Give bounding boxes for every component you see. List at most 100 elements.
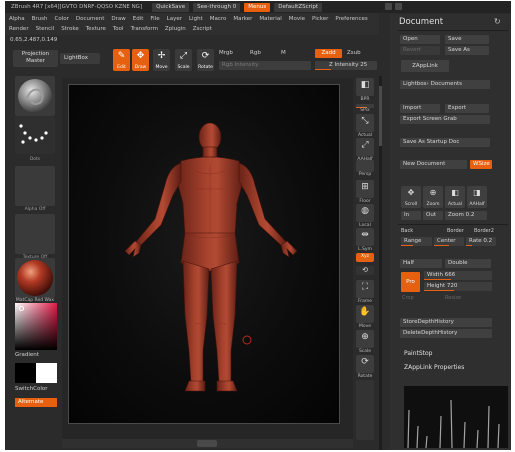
tray-left-icon[interactable] [385,3,392,10]
lightbox-button[interactable]: LightBox [60,53,100,64]
menu-light[interactable]: Light [189,14,203,24]
mrgb-button[interactable]: Mrgb [219,50,233,56]
menu-document[interactable]: Document [76,14,105,24]
width-slider[interactable]: Width 666 [424,271,492,280]
scale-button[interactable]: ⤢ Scale [175,49,192,71]
wsize-button[interactable]: WSize [470,160,492,169]
menu-render[interactable]: Render [9,24,29,34]
material-thumbnail[interactable] [15,76,55,116]
scroll-button[interactable]: ✥ Scroll [401,186,421,208]
color-picker[interactable] [15,303,57,350]
menu-transform[interactable]: Transform [131,24,158,34]
xyz-button[interactable]: Xyz [356,253,374,262]
draw-button[interactable]: ✥ Draw [132,49,149,71]
import-button[interactable]: Import [400,104,440,113]
persp-button[interactable] [356,160,374,172]
menu-stencil[interactable]: Stencil [36,24,55,34]
document-canvas[interactable] [68,84,340,424]
local-button[interactable]: ◍ [356,204,374,222]
menu-brush[interactable]: Brush [32,14,48,24]
rgb-button[interactable]: Rgb [250,50,261,56]
frame-button[interactable]: ⛶ [356,280,374,298]
rate-slider[interactable]: Rate 0.2 [466,237,496,246]
save-as-button[interactable]: Save As [445,46,489,55]
border2-color-label[interactable]: Border2 [474,228,494,234]
zsub-toggle[interactable]: Zsub [347,49,361,58]
paintstop-label[interactable]: PaintStop [404,350,433,357]
export-button[interactable]: Export [445,104,489,113]
menu-zscript[interactable]: Zscript [193,24,212,34]
zoom-in-button[interactable]: In [401,211,421,220]
new-document-button[interactable]: New Document [400,160,467,169]
open-button[interactable]: Open [400,35,440,44]
rgb-intensity-slider[interactable]: Rgb Intensity [219,61,311,70]
see-through-slider[interactable]: See-through 0 [193,2,241,12]
tray-scrollbar-thumb[interactable] [379,86,382,146]
default-zscript-button[interactable]: DefaultZScript [274,2,323,12]
center-slider[interactable]: Center [434,237,464,246]
export-screen-grab-button[interactable]: Export Screen Grab [400,115,490,124]
zadd-toggle[interactable]: Zadd [315,49,342,58]
main-color-swatch[interactable] [15,363,36,383]
edit-button[interactable]: ✎ Edit [113,49,130,71]
gradient-toggle[interactable]: Gradient [15,352,39,358]
resize-button[interactable]: Resize [445,295,461,301]
navigator-preview[interactable] [404,386,508,448]
menu-preferences[interactable]: Preferences [335,14,367,24]
height-slider[interactable]: Height 720 [424,282,492,291]
scale-view-button[interactable]: ⊕ [356,330,374,348]
m-button[interactable]: M [281,50,286,56]
tray-scrollbar[interactable] [379,76,382,450]
rotate-view-button[interactable]: ⟳ [356,355,374,373]
floor-button[interactable]: ⊞ [356,180,374,198]
canvas-scroll-handle[interactable] [197,440,217,447]
aahalf-button[interactable]: ⤢ [356,138,374,156]
menu-color[interactable]: Color [55,14,69,24]
axis-toggle[interactable]: ⟲ [356,266,374,275]
move-view-button[interactable]: ✋ [356,305,374,323]
stroke-thumbnail[interactable] [15,116,55,154]
zoom-out-button[interactable]: Out [423,211,443,220]
texture-thumbnail[interactable] [15,214,55,254]
menu-alpha[interactable]: Alpha [9,14,25,24]
lightbox-documents-button[interactable]: Lightbox› Documents [400,80,490,89]
border-color-label[interactable]: Border [447,228,464,234]
zapplink-button[interactable]: ZAppLink [401,60,449,72]
aahalf-doc-button[interactable]: ◨ AAHalf [467,186,487,208]
actual-doc-button[interactable]: ◧ Actual [445,186,465,208]
secondary-color-swatch[interactable] [36,363,57,383]
switch-color-button[interactable]: SwitchColor [15,386,48,392]
menu-file[interactable]: File [150,14,159,24]
move-button[interactable]: ✢ Move [153,49,170,71]
actual-button[interactable]: ⤡ [356,114,374,132]
pro-toggle[interactable]: Pro [401,272,420,292]
polyframe-button[interactable] [356,380,374,440]
crop-button[interactable]: Crop [402,295,414,301]
zapplink-properties-label[interactable]: ZAppLink Properties [404,364,464,371]
menu-zplugin[interactable]: Zplugin [165,24,186,34]
menu-material[interactable]: Material [259,14,281,24]
alpha-thumbnail[interactable] [15,166,55,206]
half-button[interactable]: Half [400,259,442,268]
save-button[interactable]: Save [445,35,489,44]
menu-tool[interactable]: Tool [113,24,124,34]
menus-toggle[interactable]: Menus [244,2,271,12]
bpr-button[interactable]: ◧ [356,78,374,96]
tray-right-icon[interactable] [395,3,402,10]
menu-stroke[interactable]: Stroke [61,24,79,34]
color-picker-cursor-icon[interactable] [19,306,24,311]
quicksave-button[interactable]: QuickSave [152,2,190,12]
projection-master-button[interactable]: Projection Master [13,50,58,67]
alternate-button[interactable]: Alternate [15,398,57,407]
menu-macro[interactable]: Macro [210,14,227,24]
z-intensity-slider[interactable]: Z Intensity 25 [315,61,377,70]
menu-draw[interactable]: Draw [111,14,125,24]
range-slider[interactable]: Range [401,237,432,246]
menu-picker[interactable]: Picker [312,14,328,24]
palette-reset-icon[interactable]: ↻ [494,17,501,26]
menu-layer[interactable]: Layer [167,14,182,24]
menu-edit[interactable]: Edit [133,14,144,24]
revert-button[interactable]: Revert [400,46,440,55]
back-color-label[interactable]: Back [401,228,413,234]
save-as-startup-doc-button[interactable]: Save As Startup Doc [400,138,490,147]
